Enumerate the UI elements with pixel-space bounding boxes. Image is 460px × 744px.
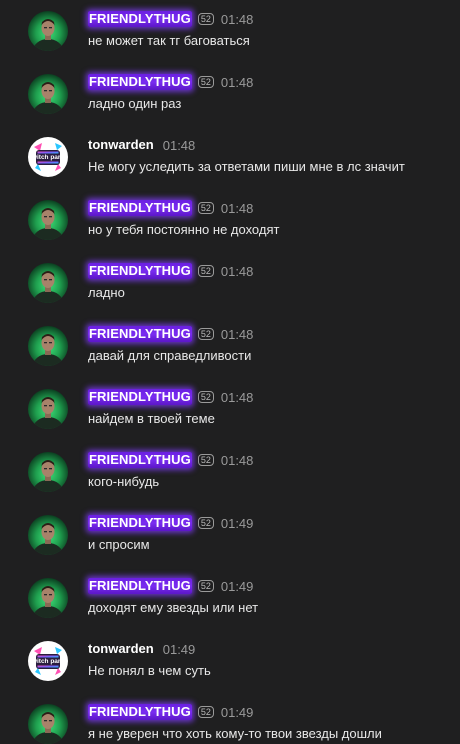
- user-avatar[interactable]: [28, 326, 68, 366]
- message-text: доходят ему звезды или нет: [88, 600, 259, 615]
- chat-message[interactable]: twitch party tonwarden 01:49 Не понял в чем…: [0, 641, 460, 704]
- user-badge: 52: [197, 76, 214, 88]
- user-avatar-green-glow-graphic: [28, 200, 68, 240]
- message-text: Не могу уследить за ответами пиши мне в …: [88, 159, 405, 174]
- message-timestamp: 01:49: [220, 515, 254, 531]
- message-text: и спросим: [88, 537, 150, 552]
- user-badge: 52: [197, 454, 214, 466]
- username[interactable]: FRIENDLYTHUG: [88, 11, 192, 27]
- message-text: не может так тг баговаться: [88, 33, 250, 48]
- message-text: ладно: [88, 285, 125, 300]
- message-timestamp: 01:49: [220, 578, 254, 594]
- user-avatar[interactable]: [28, 389, 68, 429]
- user-badge: 52: [197, 328, 214, 340]
- message-text: Не понял в чем суть: [88, 663, 211, 678]
- twitch-party-logo-graphic: twitch party: [28, 641, 68, 681]
- chat-message[interactable]: FRIENDLYTHUG 52 01:49 доходят ему звезды ил…: [0, 578, 460, 641]
- user-avatar[interactable]: [28, 200, 68, 240]
- user-avatar-green-glow-graphic: [28, 515, 68, 555]
- message-timestamp: 01:48: [220, 389, 254, 405]
- message-text: найдем в твоей теме: [88, 411, 215, 426]
- message-timestamp: 01:48: [220, 263, 254, 279]
- message-text: кого-нибудь: [88, 474, 160, 489]
- user-avatar-green-glow-graphic: [28, 452, 68, 492]
- chat-message[interactable]: FRIENDLYTHUG 52 01:48 не может так тг багов…: [0, 11, 460, 74]
- user-avatar[interactable]: [28, 704, 68, 744]
- username[interactable]: FRIENDLYTHUG: [88, 74, 192, 90]
- username[interactable]: FRIENDLYTHUG: [88, 263, 192, 279]
- message-header: FRIENDLYTHUG 52 01:48: [88, 326, 253, 342]
- avatar-logo-text: twitch party: [30, 154, 67, 161]
- message-timestamp: 01:49: [220, 704, 254, 720]
- chat-message[interactable]: FRIENDLYTHUG 52 01:48 кого-нибудь: [0, 452, 460, 515]
- chat-message[interactable]: twitch party tonwarden 01:48 Не могу уследи…: [0, 137, 460, 200]
- message-timestamp: 01:48: [220, 200, 254, 216]
- user-avatar[interactable]: [28, 452, 68, 492]
- message-header: FRIENDLYTHUG 52 01:48: [88, 263, 253, 279]
- user-avatar-green-glow-graphic: [28, 389, 68, 429]
- user-avatar[interactable]: [28, 74, 68, 114]
- avatar-logo-text: twitch party: [30, 658, 67, 665]
- user-avatar-green-glow-graphic: [28, 11, 68, 51]
- message-header: FRIENDLYTHUG 52 01:48: [88, 389, 253, 405]
- chat-message[interactable]: FRIENDLYTHUG 52 01:48 но у тебя постоянно н…: [0, 200, 460, 263]
- user-avatar[interactable]: twitch party: [28, 137, 68, 177]
- message-timestamp: 01:48: [220, 452, 254, 468]
- user-badge: 52: [197, 580, 214, 592]
- username[interactable]: tonwarden: [88, 137, 154, 153]
- message-header: FRIENDLYTHUG 52 01:48: [88, 200, 253, 216]
- chat-message[interactable]: FRIENDLYTHUG 52 01:49 и спросим: [0, 515, 460, 578]
- chat-message[interactable]: FRIENDLYTHUG 52 01:48 найдем в твоей теме: [0, 389, 460, 452]
- message-text: давай для справедливости: [88, 348, 252, 363]
- chat-message[interactable]: FRIENDLYTHUG 52 01:48 давай для справедливо…: [0, 326, 460, 389]
- username[interactable]: FRIENDLYTHUG: [88, 389, 192, 405]
- chat-message[interactable]: FRIENDLYTHUG 52 01:49 я не уверен что хоть …: [0, 704, 460, 744]
- message-header: FRIENDLYTHUG 52 01:48: [88, 11, 253, 27]
- message-header: tonwarden 01:48: [88, 137, 195, 153]
- message-header: FRIENDLYTHUG 52 01:49: [88, 578, 253, 594]
- user-badge: 52: [197, 265, 214, 277]
- chat-message[interactable]: FRIENDLYTHUG 52 01:48 ладно один раз: [0, 74, 460, 137]
- user-avatar-green-glow-graphic: [28, 263, 68, 303]
- message-header: tonwarden 01:49: [88, 641, 195, 657]
- user-badge: 52: [197, 202, 214, 214]
- user-avatar-green-glow-graphic: [28, 74, 68, 114]
- message-timestamp: 01:49: [162, 641, 196, 657]
- user-badge: 52: [197, 706, 214, 718]
- user-badge: 52: [197, 517, 214, 529]
- message-header: FRIENDLYTHUG 52 01:48: [88, 74, 253, 90]
- message-text: но у тебя постоянно не доходят: [88, 222, 280, 237]
- chat-message[interactable]: FRIENDLYTHUG 52 01:48 ладно: [0, 263, 460, 326]
- chat-message-list: FRIENDLYTHUG 52 01:48 не может так тг багов…: [0, 0, 460, 744]
- user-avatar[interactable]: [28, 263, 68, 303]
- user-avatar[interactable]: [28, 578, 68, 618]
- message-text: я не уверен что хоть кому-то твои звезды…: [88, 726, 382, 741]
- user-avatar[interactable]: twitch party: [28, 641, 68, 681]
- user-avatar-green-glow-graphic: [28, 704, 68, 744]
- message-timestamp: 01:48: [220, 326, 254, 342]
- user-avatar-green-glow-graphic: [28, 326, 68, 366]
- user-avatar-green-glow-graphic: [28, 578, 68, 618]
- username[interactable]: FRIENDLYTHUG: [88, 452, 192, 468]
- user-badge: 52: [197, 13, 214, 25]
- twitch-party-logo-graphic: twitch party: [28, 137, 68, 177]
- username[interactable]: tonwarden: [88, 641, 154, 657]
- username[interactable]: FRIENDLYTHUG: [88, 578, 192, 594]
- message-timestamp: 01:48: [220, 74, 254, 90]
- username[interactable]: FRIENDLYTHUG: [88, 515, 192, 531]
- message-header: FRIENDLYTHUG 52 01:48: [88, 452, 253, 468]
- message-text: ладно один раз: [88, 96, 182, 111]
- message-timestamp: 01:48: [162, 137, 196, 153]
- message-timestamp: 01:48: [220, 11, 254, 27]
- message-header: FRIENDLYTHUG 52 01:49: [88, 515, 253, 531]
- user-avatar[interactable]: [28, 515, 68, 555]
- message-header: FRIENDLYTHUG 52 01:49: [88, 704, 253, 720]
- username[interactable]: FRIENDLYTHUG: [88, 704, 192, 720]
- user-badge: 52: [197, 391, 214, 403]
- username[interactable]: FRIENDLYTHUG: [88, 200, 192, 216]
- user-avatar[interactable]: [28, 11, 68, 51]
- username[interactable]: FRIENDLYTHUG: [88, 326, 192, 342]
